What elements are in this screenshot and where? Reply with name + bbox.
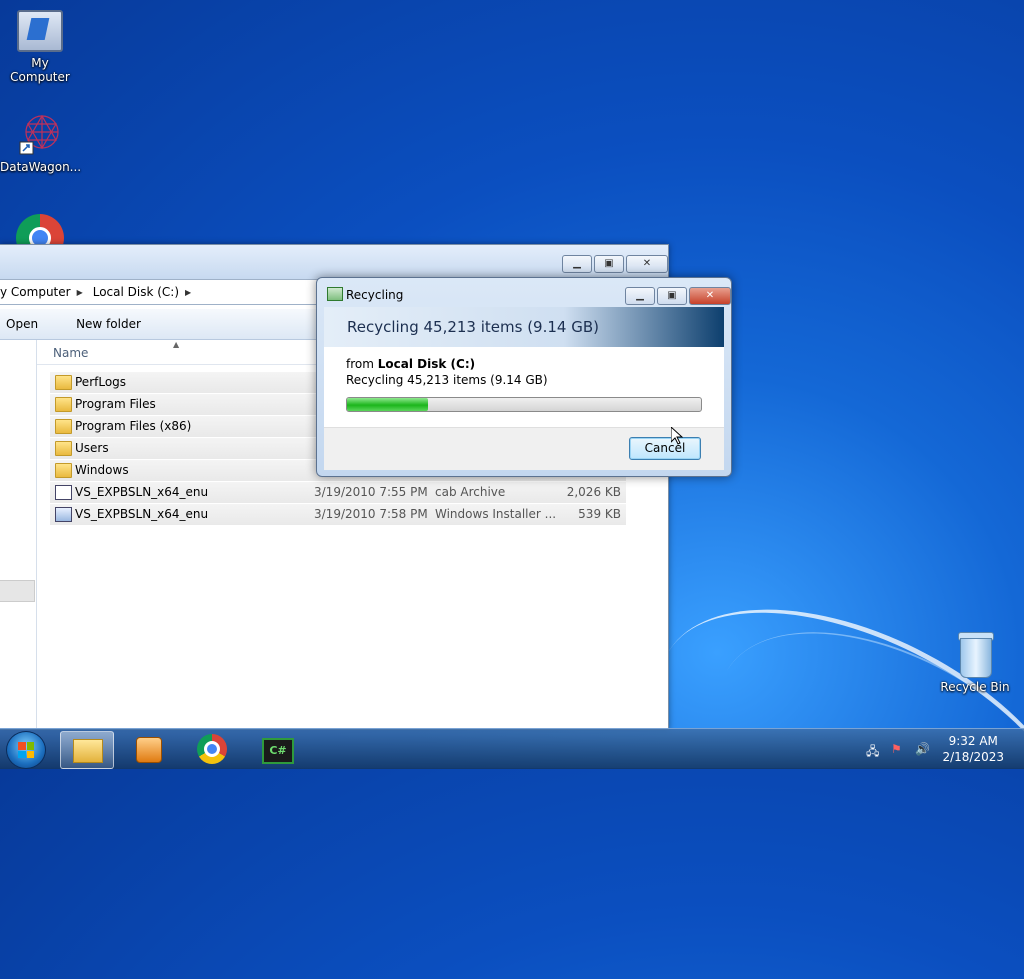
minimize-button[interactable]: ▁ [625, 287, 655, 305]
chrome-icon [197, 734, 227, 764]
csharp-icon: C# [262, 738, 294, 764]
dialog-caption-buttons: ▁ ▣ ✕ [625, 287, 731, 305]
file-name: PerfLogs [75, 375, 127, 389]
datawagon-icon [18, 112, 62, 156]
recycling-dialog: Recycling ▁ ▣ ✕ Recycling 45,213 items (… [316, 277, 732, 477]
folder-icon [55, 441, 72, 456]
nav-selected-item[interactable] [0, 580, 35, 602]
chrome-icon [16, 214, 64, 244]
file-name: Program Files [75, 397, 156, 411]
desktop-icon-google-chrome[interactable] [15, 214, 65, 244]
explorer-caption-buttons: ▁ ▣ ✕ [562, 255, 668, 273]
maximize-button[interactable]: ▣ [657, 287, 687, 305]
explorer-title-bar[interactable]: ▁ ▣ ✕ [0, 245, 668, 279]
progress-fill [347, 398, 429, 411]
folder-icon [55, 375, 72, 390]
column-header-name[interactable]: Name [53, 346, 88, 360]
recycling-app-icon [327, 287, 343, 301]
mouse-cursor-icon [670, 425, 684, 448]
dialog-footer: Cancel [324, 427, 724, 470]
file-date: 3/19/2010 7:55 PM [314, 485, 428, 499]
file-name: Users [75, 441, 109, 455]
network-icon[interactable]: 🖧 [866, 742, 882, 758]
close-button[interactable]: ✕ [689, 287, 731, 305]
clock-date: 2/18/2023 [942, 750, 1004, 764]
from-location: Local Disk (C:) [377, 357, 476, 371]
file-name: Windows [75, 463, 129, 477]
folder-icon [73, 739, 103, 763]
file-name: Program Files (x86) [75, 419, 192, 433]
close-button[interactable]: ✕ [626, 255, 668, 273]
taskbar: C# 🖧 ⚑ 🔊 9:32 AM 2/18/2023 [0, 728, 1024, 769]
file-name: VS_EXPBSLN_x64_enu [75, 507, 209, 521]
from-prefix: from [346, 357, 374, 371]
breadcrumb-local-disk[interactable]: Local Disk (C:) [93, 285, 179, 299]
file-type: Windows Installer ... [435, 507, 557, 521]
address-bar[interactable]: y Computer ▶ Local Disk (C:) ▶ [0, 279, 319, 305]
progress-bar [346, 397, 702, 412]
taskbar-google-chrome[interactable] [186, 731, 238, 767]
windows-logo-icon [18, 742, 34, 758]
file-size: 2,026 KB [566, 485, 621, 499]
open-button[interactable]: Open [0, 317, 52, 331]
taskbar-csharp-editor[interactable]: C# [250, 731, 302, 767]
file-row[interactable]: VS_EXPBSLN_x64_enu 3/19/2010 7:55 PM cab… [50, 482, 626, 504]
computer-icon [17, 10, 63, 52]
detail-text: Recycling 45,213 items (9.14 GB) [346, 373, 548, 387]
breadcrumb-separator-icon[interactable]: ▶ [185, 288, 191, 297]
from-line: from Local Disk (C:) [346, 357, 475, 371]
start-button[interactable] [6, 731, 46, 769]
navigation-pane[interactable] [0, 340, 37, 728]
file-row[interactable]: VS_EXPBSLN_x64_enu 3/19/2010 7:58 PM Win… [50, 504, 626, 526]
cab-file-icon [55, 485, 72, 500]
desktop-icon-label: My Computer [10, 56, 70, 84]
taskbar-windows-media-player[interactable] [122, 731, 174, 767]
dialog-body: from Local Disk (C:) Recycling 45,213 it… [324, 347, 724, 427]
clock-time: 9:32 AM [948, 734, 998, 748]
sort-ascending-icon: ▲ [173, 340, 180, 349]
dialog-title: Recycling [346, 288, 404, 302]
minimize-button[interactable]: ▁ [562, 255, 592, 273]
breadcrumb-my-computer[interactable]: y Computer [0, 285, 71, 299]
system-clock[interactable]: 9:32 AM 2/18/2023 [942, 733, 1004, 765]
file-name: VS_EXPBSLN_x64_enu [75, 485, 209, 499]
desktop-icon-datawagon[interactable]: DataWagon... [0, 112, 82, 174]
folder-icon [55, 419, 72, 434]
media-player-icon [136, 737, 162, 763]
dialog-heading: Recycling 45,213 items (9.14 GB) [347, 318, 599, 336]
cancel-button[interactable]: Cancel [629, 437, 701, 460]
file-type: cab Archive [435, 485, 506, 499]
new-folder-button[interactable]: New folder [52, 317, 155, 331]
recycle-bin-icon [958, 632, 994, 678]
file-size: 539 KB [578, 507, 621, 521]
breadcrumb-separator-icon[interactable]: ▶ [77, 288, 83, 297]
folder-icon [55, 397, 72, 412]
desktop-icon-label: DataWagon... [0, 160, 82, 174]
volume-icon[interactable]: 🔊 [915, 742, 931, 756]
action-center-flag-icon[interactable]: ⚑ [891, 742, 907, 756]
file-date: 3/19/2010 7:58 PM [314, 507, 428, 521]
maximize-button[interactable]: ▣ [594, 255, 624, 273]
folder-icon [55, 463, 72, 478]
desktop-icon-my-computer[interactable]: My Computer [0, 10, 80, 84]
installer-file-icon [55, 507, 72, 522]
dialog-header: Recycling 45,213 items (9.14 GB) [324, 307, 724, 347]
desktop-icon-label: Recycle Bin [940, 680, 1010, 694]
desktop-icon-recycle-bin[interactable]: Recycle Bin [935, 632, 1015, 694]
taskbar-windows-explorer[interactable] [60, 731, 114, 769]
